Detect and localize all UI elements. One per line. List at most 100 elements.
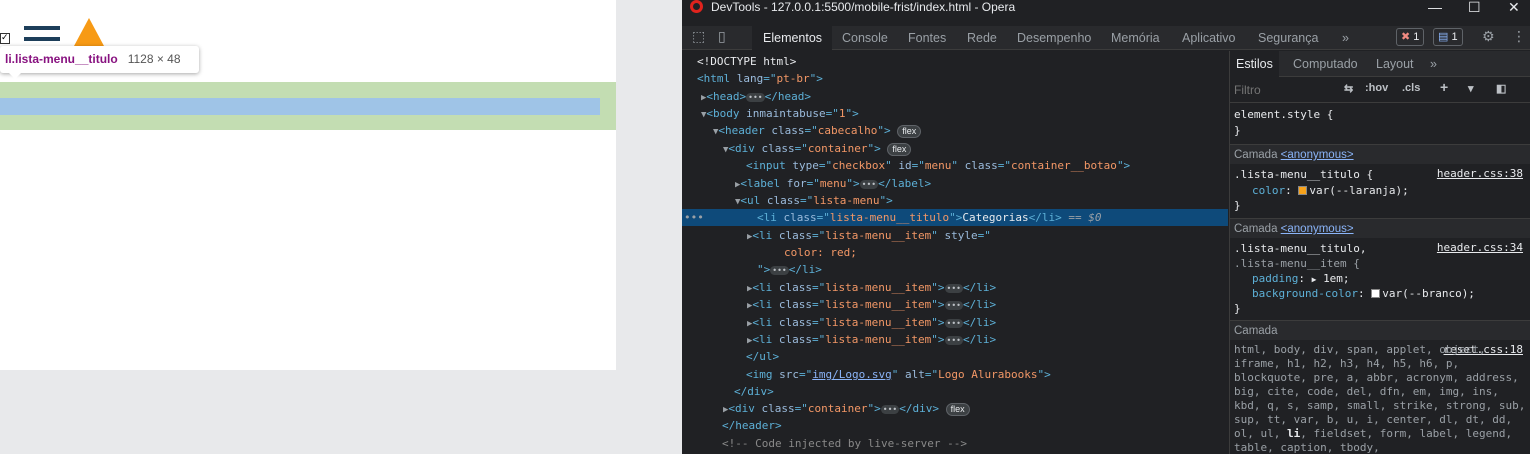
- collapsed-ellipsis-icon[interactable]: •••: [944, 283, 963, 293]
- more-tabs-icon[interactable]: »: [1342, 26, 1349, 50]
- collapsed-ellipsis-icon[interactable]: •••: [944, 300, 963, 310]
- rule-selector[interactable]: .lista-menu__titulo {: [1234, 167, 1373, 182]
- dom-node-head[interactable]: ▶<head> ••• </head>: [682, 88, 1228, 105]
- flex-badge[interactable]: flex: [887, 142, 912, 156]
- error-count-badge[interactable]: ✖ 1: [1396, 28, 1425, 46]
- dom-node-label[interactable]: ▶<label for="menu"> ••• </label>: [682, 175, 1228, 192]
- computed-sidebar-icon[interactable]: ◧: [1496, 82, 1506, 95]
- rule-selector[interactable]: .lista-menu__titulo,: [1234, 241, 1366, 256]
- settings-gear-icon[interactable]: ⚙: [1482, 29, 1495, 45]
- message-count: 1: [1451, 31, 1458, 43]
- more-style-tabs-icon[interactable]: »: [1430, 51, 1437, 77]
- dom-node-body[interactable]: ▼<body inmaintabuse="1">: [682, 105, 1228, 122]
- rule-lista-menu-titulo: .lista-menu__titulo { header.css:38 colo…: [1230, 165, 1530, 213]
- flex-badge[interactable]: flex: [897, 124, 922, 138]
- dom-node-doctype[interactable]: <!DOCTYPE html>: [682, 53, 1228, 70]
- collapsed-ellipsis-icon[interactable]: •••: [880, 404, 900, 414]
- tab-rede[interactable]: Rede: [967, 26, 997, 50]
- tab-computado[interactable]: Computado: [1293, 51, 1358, 77]
- layer-header: Camada <anonymous>: [1230, 144, 1530, 164]
- dom-node-div-container-2[interactable]: ▶<div class="container"> ••• </div> flex: [682, 400, 1228, 417]
- rule-reset: reset.css:18 html, body, div, span, appl…: [1230, 341, 1530, 454]
- collapsed-ellipsis-icon[interactable]: •••: [859, 179, 879, 189]
- toggle-rendering-icon[interactable]: ⇆: [1344, 82, 1353, 95]
- layer-anonymous-link[interactable]: <anonymous>: [1281, 149, 1354, 161]
- dom-comment[interactable]: <!-- Code injected by live-server -->: [682, 435, 1228, 452]
- flex-badge[interactable]: flex: [945, 402, 970, 416]
- minimize-icon[interactable]: —: [1428, 0, 1442, 14]
- expand-shorthand-icon[interactable]: ▶: [1312, 275, 1317, 284]
- tab-estilos[interactable]: Estilos: [1230, 51, 1279, 77]
- alurabooks-logo-icon: [74, 18, 104, 46]
- message-icon: ▤: [1438, 31, 1449, 43]
- menu-checkbox[interactable]: ✓: [0, 33, 10, 44]
- dom-node-header[interactable]: ▼<header class="cabecalho"> flex: [682, 122, 1228, 139]
- collapsed-ellipsis-icon[interactable]: •••: [770, 265, 789, 275]
- layer-label: Camada: [1234, 325, 1278, 337]
- inspect-element-icon[interactable]: ⬚: [692, 29, 705, 45]
- elements-panel: <!DOCTYPE html> <html lang="pt-br"> ▶<he…: [682, 51, 1228, 454]
- dom-node-li-item-styled[interactable]: ▶<li class="lista-menu__item" style=": [682, 227, 1228, 244]
- element-style-rule: element.style { }: [1230, 105, 1530, 141]
- color-swatch-icon[interactable]: [1298, 186, 1308, 195]
- color-format-icon[interactable]: ▾: [1468, 82, 1474, 95]
- cls-toggle[interactable]: .cls: [1402, 82, 1420, 94]
- layer-label: Camada: [1234, 149, 1278, 161]
- dom-node-li-item[interactable]: ▶<li class="lista-menu__item"> ••• </li>: [682, 296, 1228, 313]
- rule-selector-secondary[interactable]: .lista-menu__item {: [1234, 256, 1360, 271]
- rule-source-link[interactable]: header.css:34: [1437, 241, 1523, 254]
- hamburger-icon[interactable]: [24, 26, 60, 30]
- close-icon[interactable]: ✕: [1508, 0, 1520, 14]
- new-rule-icon[interactable]: +: [1440, 79, 1448, 95]
- dom-node-div-container[interactable]: ▼<div class="container"> flex: [682, 140, 1228, 157]
- collapsed-ellipsis-icon[interactable]: •••: [746, 92, 765, 102]
- window-titlebar: DevTools - 127.0.0.1:5500/mobile-frist/i…: [682, 0, 1530, 20]
- tab-seguranca[interactable]: Segurança: [1258, 26, 1318, 50]
- devtools-toolbar: ⬚ ▯ Elementos Console Fontes Rede Desemp…: [682, 26, 1530, 50]
- dom-node-li-titulo-selected[interactable]: ••• <li class="lista-menu__titulo">Catego…: [682, 209, 1228, 226]
- message-count-badge[interactable]: ▤ 1: [1433, 28, 1463, 46]
- rule-declaration-padding[interactable]: padding: ▶ 1em;: [1252, 271, 1350, 286]
- layer-anonymous-link[interactable]: <anonymous>: [1281, 223, 1354, 235]
- tooltip-tag: li.lista-menu__titulo: [5, 52, 118, 66]
- styles-filter-input[interactable]: [1234, 81, 1328, 99]
- element-style-selector[interactable]: element.style {: [1234, 107, 1333, 122]
- dom-node-ul-close[interactable]: </ul>: [682, 348, 1228, 365]
- collapsed-ellipsis-icon[interactable]: •••: [944, 318, 963, 328]
- dom-node-ul[interactable]: ▼<ul class="lista-menu">: [682, 192, 1228, 209]
- inspect-highlight-content: [0, 98, 600, 115]
- device-toolbar-icon[interactable]: ▯: [718, 29, 726, 45]
- tab-elementos[interactable]: Elementos: [752, 26, 832, 50]
- tab-desempenho[interactable]: Desempenho: [1017, 26, 1091, 50]
- more-options-icon[interactable]: ⋮: [1512, 29, 1526, 45]
- inspect-tooltip: li.lista-menu__titulo 1128 × 48: [0, 46, 199, 73]
- rule-declaration-color[interactable]: color: var(--laranja);: [1252, 183, 1409, 198]
- dom-node-div-close[interactable]: </div>: [682, 383, 1228, 400]
- dom-inline-style: color: red;: [784, 246, 857, 259]
- tab-aplicativo[interactable]: Aplicativo: [1182, 26, 1236, 50]
- maximize-icon[interactable]: ☐: [1468, 0, 1481, 14]
- dom-node-input[interactable]: <input type="checkbox" id="menu" class="…: [682, 157, 1228, 174]
- dom-node-header-close[interactable]: </header>: [682, 417, 1228, 434]
- hov-toggle[interactable]: :hov: [1365, 82, 1388, 94]
- tab-layout[interactable]: Layout: [1376, 51, 1414, 77]
- window-title: DevTools - 127.0.0.1:5500/mobile-frist/i…: [711, 0, 1016, 14]
- dom-node-li-item[interactable]: ▶<li class="lista-menu__item"> ••• </li>: [682, 279, 1228, 296]
- dom-node-html[interactable]: <html lang="pt-br">: [682, 70, 1228, 87]
- dom-node-img[interactable]: <img src="img/Logo.svg" alt="Logo Alurab…: [682, 366, 1228, 383]
- rule-source-link[interactable]: header.css:38: [1437, 167, 1523, 180]
- hamburger-icon-bar: [24, 37, 60, 41]
- rule-declaration-bgcolor[interactable]: background-color: var(--branco);: [1252, 286, 1475, 301]
- color-swatch-icon[interactable]: [1371, 289, 1381, 298]
- node-actions-icon[interactable]: •••: [684, 209, 704, 226]
- layer-header: Camada: [1230, 320, 1530, 340]
- reset-selector-list[interactable]: html, body, div, span, applet, object, i…: [1234, 343, 1526, 454]
- rule-close-brace: }: [1234, 124, 1241, 137]
- dom-node-li-item[interactable]: ▶<li class="lista-menu__item"> ••• </li>: [682, 331, 1228, 348]
- layer-label: Camada: [1234, 223, 1278, 235]
- collapsed-ellipsis-icon[interactable]: •••: [944, 335, 963, 345]
- tab-fontes[interactable]: Fontes: [908, 26, 946, 50]
- tab-console[interactable]: Console: [842, 26, 888, 50]
- dom-node-li-item[interactable]: ▶<li class="lista-menu__item"> ••• </li>: [682, 314, 1228, 331]
- tab-memoria[interactable]: Memória: [1111, 26, 1160, 50]
